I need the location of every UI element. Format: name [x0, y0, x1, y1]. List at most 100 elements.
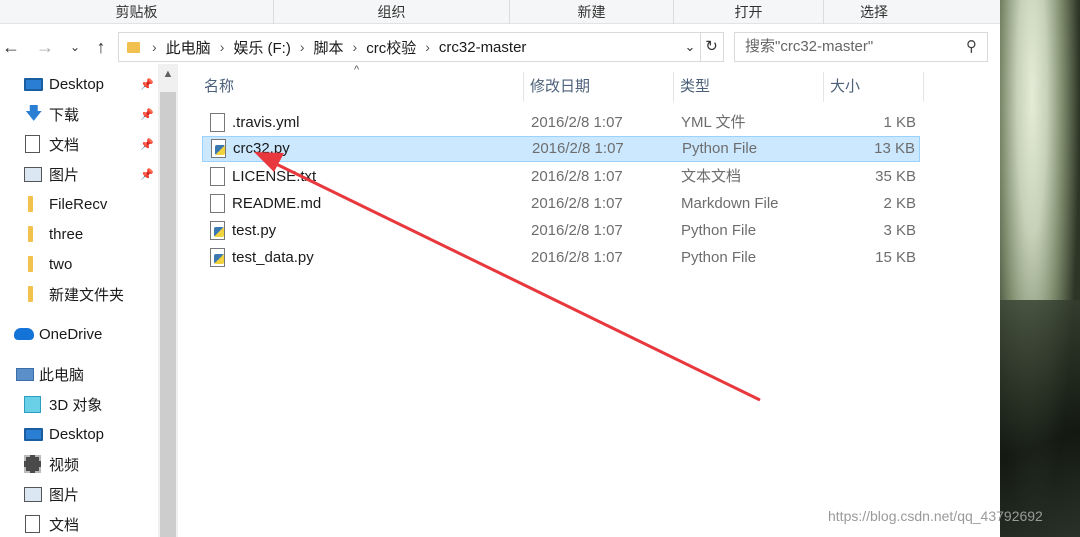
folder-icon [28, 196, 33, 212]
breadcrumb-crc-check[interactable]: crc校验 [366, 37, 416, 58]
nav-item-three[interactable]: three [0, 220, 158, 248]
pin-icon[interactable]: 📌 [140, 168, 154, 181]
file-type: 文本文档 [681, 168, 742, 185]
forward-arrow-icon[interactable]: → [34, 35, 56, 59]
scroll-up-icon[interactable]: ▲ [158, 68, 178, 80]
nav-item-desktop-pc[interactable]: Desktop [0, 420, 158, 448]
breadcrumb-separator-icon[interactable]: › [425, 39, 430, 55]
back-arrow-icon[interactable]: ← [0, 35, 22, 59]
nav-item-desktop[interactable]: Desktop 📌 [0, 70, 158, 98]
picture-icon [24, 166, 42, 182]
nav-item-label: 图片 [49, 166, 80, 184]
file-date: 2016/2/8 1:07 [531, 249, 623, 266]
column-header-date[interactable]: 修改日期 [524, 72, 674, 102]
ribbon-group-select[interactable]: 选择 [824, 0, 924, 24]
nav-item-label: 文档 [49, 136, 80, 154]
refresh-icon[interactable]: ↻ [700, 33, 722, 61]
nav-item-pictures[interactable]: 图片 📌 [0, 160, 158, 188]
file-row[interactable]: README.md 2016/2/8 1:07 Markdown File 2 … [202, 191, 920, 217]
nav-item-onedrive[interactable]: OneDrive [0, 320, 158, 348]
nav-item-label: 新建文件夹 [49, 286, 125, 304]
nav-item-label: 下载 [49, 106, 80, 124]
file-type: Python File [681, 249, 757, 266]
nav-item-documents-pc[interactable]: 文档 [0, 510, 158, 537]
folder-icon [28, 286, 33, 302]
file-type: Markdown File [681, 195, 779, 212]
picture-icon [24, 486, 42, 502]
column-header-type[interactable]: 类型 [674, 72, 824, 102]
nav-scrollbar[interactable]: ▲ [158, 64, 178, 537]
pin-icon[interactable]: 📌 [140, 108, 154, 121]
recent-locations-chevron-icon[interactable]: ⌄ [64, 35, 86, 59]
file-size: 35 KB [875, 168, 916, 185]
folder-icon [28, 256, 33, 272]
file-date: 2016/2/8 1:07 [532, 140, 624, 157]
column-header-name[interactable]: 名称 [198, 72, 524, 102]
nav-item-label: OneDrive [39, 325, 103, 343]
nav-item-videos[interactable]: 视频 [0, 450, 158, 478]
file-row-selected[interactable]: crc32.py 2016/2/8 1:07 Python File 13 KB [202, 136, 920, 162]
python-file-icon [210, 221, 225, 240]
up-arrow-icon[interactable]: ↑ [90, 35, 112, 59]
file-size: 3 KB [883, 222, 916, 239]
nav-item-documents[interactable]: 文档 📌 [0, 130, 158, 158]
column-header-size[interactable]: 大小 [824, 72, 924, 102]
nav-scrollbar-thumb[interactable] [160, 92, 176, 537]
file-date: 2016/2/8 1:07 [531, 114, 623, 131]
breadcrumb-separator-icon[interactable]: › [300, 39, 305, 55]
python-badge-icon [215, 145, 225, 155]
file-row[interactable]: test.py 2016/2/8 1:07 Python File 3 KB [202, 218, 920, 244]
ribbon-group-bar: 剪贴板 组织 新建 打开 选择 [0, 0, 1000, 24]
file-list-pane: ^ 名称 修改日期 类型 大小 .travis.yml 2016/2/8 1:0… [178, 64, 1000, 537]
text-file-icon [210, 167, 225, 186]
ribbon-group-organize[interactable]: 组织 [274, 0, 510, 24]
nav-item-label: 视频 [49, 456, 80, 474]
nav-item-label: 此电脑 [39, 366, 85, 384]
python-badge-icon [214, 254, 224, 264]
ribbon-group-new[interactable]: 新建 [510, 0, 674, 24]
pin-icon[interactable]: 📌 [140, 138, 154, 151]
file-row[interactable]: LICENSE.txt 2016/2/8 1:07 文本文档 35 KB [202, 164, 920, 190]
file-row[interactable]: .travis.yml 2016/2/8 1:07 YML 文件 1 KB [202, 110, 920, 136]
address-dropdown-icon[interactable]: ⌄ [681, 37, 699, 57]
navigation-pane: Desktop 📌 🡇 下载 📌 文档 📌 图片 📌 FileRecv thre… [0, 64, 178, 537]
search-icon[interactable]: ⚲ [966, 33, 977, 61]
nav-item-label: Desktop [49, 425, 105, 443]
nav-item-filerecv[interactable]: FileRecv [0, 190, 158, 218]
breadcrumb-this-pc[interactable]: 此电脑 [166, 37, 211, 58]
onedrive-icon [14, 328, 34, 340]
file-name: .travis.yml [232, 114, 300, 131]
address-bar[interactable]: › 此电脑 › 娱乐 (F:) › 脚本 › crc校验 › crc32-mas… [118, 32, 724, 62]
nav-item-new-folder[interactable]: 新建文件夹 [0, 280, 158, 308]
search-input[interactable]: 搜索"crc32-master" ⚲ [734, 32, 988, 62]
document-icon [25, 135, 40, 153]
file-row[interactable]: test_data.py 2016/2/8 1:07 Python File 1… [202, 245, 920, 271]
nav-item-two[interactable]: two [0, 250, 158, 278]
breadcrumb-separator-icon[interactable]: › [220, 39, 225, 55]
python-badge-icon [214, 227, 224, 237]
ribbon-group-open[interactable]: 打开 [674, 0, 824, 24]
desktop-icon [24, 427, 43, 441]
breadcrumb-separator-icon[interactable]: › [353, 39, 358, 55]
address-row: ← → ⌄ ↑ › 此电脑 › 娱乐 (F:) › 脚本 › crc校验 › c… [0, 30, 1000, 64]
breadcrumb-drive-f[interactable]: 娱乐 (F:) [233, 37, 291, 58]
breadcrumb-scripts[interactable]: 脚本 [314, 37, 344, 58]
nav-item-3d-objects[interactable]: 3D 对象 [0, 390, 158, 418]
breadcrumb-crc32-master[interactable]: crc32-master [439, 39, 527, 56]
background-photo [1000, 0, 1080, 537]
pin-icon[interactable]: 📌 [140, 78, 154, 91]
nav-item-downloads[interactable]: 🡇 下载 📌 [0, 100, 158, 128]
video-icon [24, 455, 41, 473]
file-name: LICENSE.txt [232, 168, 317, 185]
breadcrumb-separator-icon[interactable]: › [152, 39, 157, 55]
file-date: 2016/2/8 1:07 [531, 195, 623, 212]
nav-item-this-pc[interactable]: 此电脑 [0, 360, 158, 388]
file-name: test.py [232, 222, 277, 239]
nav-item-label: FileRecv [49, 195, 108, 213]
file-name: README.md [232, 195, 322, 212]
file-size: 2 KB [883, 195, 916, 212]
ribbon-group-clipboard[interactable]: 剪贴板 [0, 0, 274, 24]
file-date: 2016/2/8 1:07 [531, 168, 623, 185]
watermark: https://blog.csdn.net/qq_43792692 [828, 508, 1043, 524]
nav-item-pictures-pc[interactable]: 图片 [0, 480, 158, 508]
